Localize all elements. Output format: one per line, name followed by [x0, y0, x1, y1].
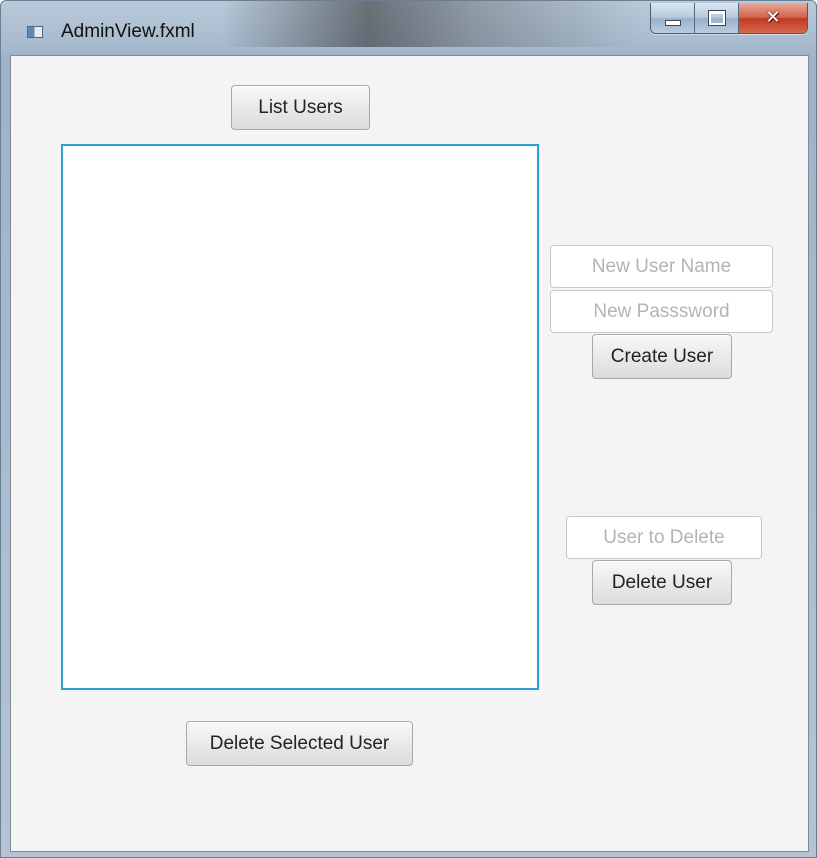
maximize-button[interactable] — [695, 3, 739, 33]
window-title: AdminView.fxml — [61, 21, 195, 42]
window-controls: ✕ — [650, 3, 808, 34]
admin-view-window: AdminView.fxml ✕ List Users Create User … — [0, 0, 817, 858]
admin-content-pane: List Users Create User Delete User Delet… — [10, 55, 809, 852]
minimize-icon — [664, 20, 681, 26]
close-icon: ✕ — [765, 7, 781, 28]
app-window-icon — [27, 26, 43, 38]
title-bar[interactable]: AdminView.fxml ✕ — [1, 1, 816, 55]
create-user-button[interactable]: Create User — [592, 334, 732, 379]
close-button[interactable]: ✕ — [739, 3, 807, 33]
new-password-input[interactable] — [550, 290, 773, 333]
list-users-button[interactable]: List Users — [231, 85, 370, 130]
delete-user-button[interactable]: Delete User — [592, 560, 732, 605]
user-to-delete-input[interactable] — [566, 516, 762, 559]
user-list-view[interactable] — [61, 144, 539, 690]
new-user-name-input[interactable] — [550, 245, 773, 288]
minimize-button[interactable] — [651, 3, 695, 33]
maximize-icon — [707, 10, 726, 26]
delete-selected-user-button[interactable]: Delete Selected User — [186, 721, 413, 766]
